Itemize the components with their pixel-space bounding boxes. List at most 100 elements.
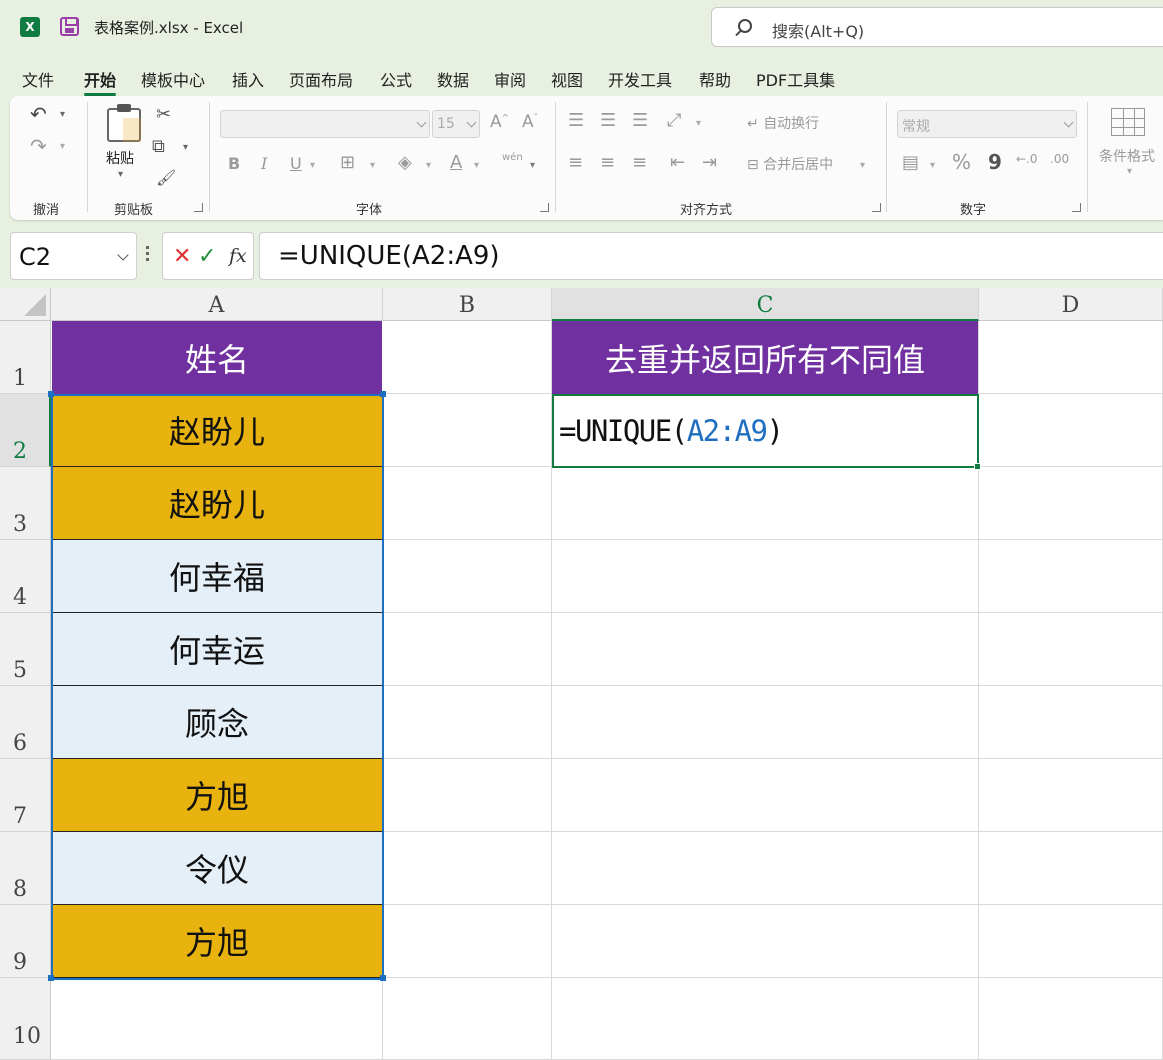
cell-b3[interactable] [383, 467, 552, 540]
decrease-indent-icon[interactable]: ⇤ [670, 152, 685, 173]
cell-b5[interactable] [383, 613, 552, 686]
decrease-font-icon[interactable]: Aˇ [522, 112, 538, 132]
cell-c6[interactable] [552, 686, 979, 759]
cut-icon[interactable]: ✂ [156, 104, 171, 125]
undo-icon[interactable]: ↶ [30, 102, 47, 126]
dialog-launcher-icon[interactable] [194, 203, 203, 212]
chevron-down-icon[interactable]: ▾ [118, 169, 123, 180]
fill-color-icon[interactable]: ◈ [398, 152, 412, 173]
tab-template-center[interactable]: 模板中心 [141, 67, 205, 91]
number-format-select[interactable]: 常规 [897, 110, 1077, 138]
range-handle[interactable] [48, 391, 54, 397]
chevron-down-icon[interactable]: ▾ [310, 160, 315, 171]
chevron-down-icon[interactable]: ▾ [474, 160, 479, 171]
cell-b10[interactable] [383, 978, 552, 1060]
column-header-c[interactable]: C [552, 288, 979, 321]
column-header-b[interactable]: B [383, 288, 552, 321]
align-right-icon[interactable]: ≡ [632, 152, 647, 173]
cell-d9[interactable] [979, 905, 1163, 978]
cell-d4[interactable] [979, 540, 1163, 613]
chevron-down-icon[interactable]: ▾ [930, 160, 935, 171]
range-handle[interactable] [380, 391, 386, 397]
cell-b7[interactable] [383, 759, 552, 832]
fill-handle[interactable] [974, 463, 981, 470]
insert-function-icon[interactable]: fx [229, 245, 247, 267]
copy-icon[interactable]: ⧉ [152, 136, 165, 157]
column-header-a[interactable]: A [51, 288, 383, 321]
cell-c9[interactable] [552, 905, 979, 978]
range-handle[interactable] [48, 975, 54, 981]
cell-d6[interactable] [979, 686, 1163, 759]
align-bottom-icon[interactable]: ☰ [632, 110, 648, 131]
row-header-5[interactable]: 5 [0, 613, 51, 686]
cell-c5[interactable] [552, 613, 979, 686]
cell-d8[interactable] [979, 832, 1163, 905]
tab-help[interactable]: 帮助 [699, 67, 731, 91]
accounting-format-icon[interactable]: ▤ [902, 152, 919, 173]
tab-review[interactable]: 审阅 [494, 67, 526, 91]
merge-center-button[interactable]: ⊟ 合并后居中 [747, 154, 833, 174]
row-header-8[interactable]: 8 [0, 832, 51, 905]
select-all-button[interactable] [0, 288, 51, 321]
chevron-down-icon[interactable] [117, 249, 129, 261]
row-header-3[interactable]: 3 [0, 467, 51, 540]
range-handle[interactable] [380, 975, 386, 981]
cell-a1[interactable]: 姓名 [52, 321, 382, 394]
conditional-format-button[interactable]: 条件格式 [1099, 146, 1155, 166]
cell-d7[interactable] [979, 759, 1163, 832]
cell-b8[interactable] [383, 832, 552, 905]
cell-a10[interactable] [51, 978, 383, 1060]
align-left-icon[interactable]: ≡ [568, 152, 583, 173]
cancel-icon[interactable]: ✕ [173, 244, 191, 269]
italic-button[interactable]: I [261, 154, 267, 173]
cell-b2[interactable] [383, 394, 552, 467]
formula-input[interactable]: =UNIQUE(A2:A9) [259, 232, 1163, 280]
align-middle-icon[interactable]: ☰ [600, 110, 616, 131]
row-header-7[interactable]: 7 [0, 759, 51, 832]
row-header-2[interactable]: 2 [0, 394, 51, 467]
cell-d10[interactable] [979, 978, 1163, 1060]
tab-pdf-tools[interactable]: PDF工具集 [756, 67, 835, 91]
save-icon[interactable] [60, 17, 79, 36]
cell-d2[interactable] [979, 394, 1163, 467]
cell-b9[interactable] [383, 905, 552, 978]
search-box[interactable]: 搜索(Alt+Q) [711, 7, 1163, 47]
font-color-icon[interactable]: A [450, 152, 462, 173]
percent-style-button[interactable]: % [952, 150, 971, 174]
chevron-down-icon[interactable]: ▾ [860, 160, 865, 171]
chevron-down-icon[interactable]: ▾ [426, 160, 431, 171]
tab-file[interactable]: 文件 [22, 67, 54, 91]
phonetic-guide-icon[interactable]: wén [502, 152, 523, 163]
row-header-9[interactable]: 9 [0, 905, 51, 978]
chevron-down-icon[interactable]: ▾ [1127, 166, 1132, 177]
dialog-launcher-icon[interactable] [1072, 203, 1081, 212]
chevron-down-icon[interactable]: ▾ [370, 160, 375, 171]
dialog-launcher-icon[interactable] [872, 203, 881, 212]
cell-c4[interactable] [552, 540, 979, 613]
borders-icon[interactable]: ⊞ [340, 152, 355, 173]
row-header-1[interactable]: 1 [0, 321, 51, 394]
tab-home[interactable]: 开始 [84, 67, 117, 96]
cell-d1[interactable] [979, 321, 1163, 394]
row-header-10[interactable]: 10 [0, 978, 51, 1060]
cell-c3[interactable] [552, 467, 979, 540]
column-header-d[interactable]: D [979, 288, 1163, 321]
cell-d3[interactable] [979, 467, 1163, 540]
bold-button[interactable]: B [228, 154, 240, 173]
cell-b1[interactable] [383, 321, 552, 394]
font-size-select[interactable]: 15 [432, 110, 480, 138]
row-header-6[interactable]: 6 [0, 686, 51, 759]
increase-indent-icon[interactable]: ⇥ [702, 152, 717, 173]
font-name-select[interactable] [220, 110, 430, 138]
cell-c7[interactable] [552, 759, 979, 832]
cell-c1[interactable]: 去重并返回所有不同值 [552, 321, 978, 394]
conditional-format-icon[interactable] [1111, 108, 1145, 136]
cell-c2-formula[interactable]: =UNIQUE(A2:A9) [559, 414, 784, 448]
format-painter-icon[interactable]: 🖌 [156, 168, 176, 187]
orientation-icon[interactable]: ⤢ [667, 110, 681, 131]
chevron-down-icon[interactable]: ▾ [60, 109, 65, 120]
tab-page-layout[interactable]: 页面布局 [289, 67, 353, 91]
tab-insert[interactable]: 插入 [232, 67, 264, 91]
enter-icon[interactable]: ✓ [198, 244, 216, 269]
cell-c8[interactable] [552, 832, 979, 905]
